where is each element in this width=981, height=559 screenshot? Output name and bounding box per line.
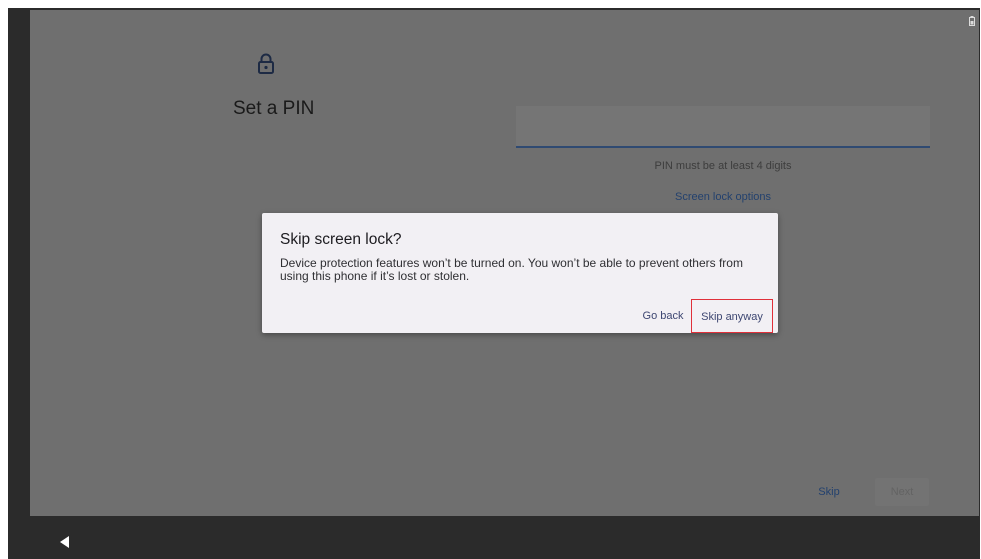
page-title: Set a PIN bbox=[233, 98, 315, 119]
skip-screen-lock-dialog: Skip screen lock? Device protection feat… bbox=[262, 213, 778, 333]
lock-icon bbox=[256, 52, 276, 81]
setup-screen: Set a PIN PIN must be at least 4 digits … bbox=[30, 10, 979, 516]
go-back-button[interactable]: Go back bbox=[637, 302, 689, 330]
screen-lock-options-link[interactable]: Screen lock options bbox=[516, 191, 930, 203]
dialog-message: Device protection features won’t be turn… bbox=[280, 257, 770, 283]
battery-icon bbox=[969, 13, 975, 31]
pin-helper-text: PIN must be at least 4 digits bbox=[654, 160, 792, 172]
device-frame: Set a PIN PIN must be at least 4 digits … bbox=[8, 8, 980, 559]
next-button[interactable]: Next bbox=[875, 478, 929, 506]
pin-input[interactable] bbox=[516, 106, 930, 148]
dialog-message-line-2: using this phone if it’s lost or stolen. bbox=[280, 269, 470, 283]
dialog-title: Skip screen lock? bbox=[280, 231, 402, 248]
skip-button[interactable]: Skip bbox=[807, 478, 851, 506]
back-triangle-icon[interactable] bbox=[60, 535, 70, 553]
skip-anyway-button[interactable]: Skip anyway bbox=[691, 299, 773, 333]
